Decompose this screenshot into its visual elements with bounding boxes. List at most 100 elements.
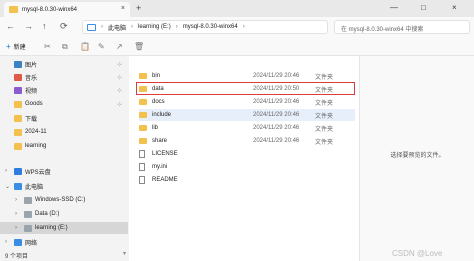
new-button[interactable]: + 新建	[6, 42, 26, 51]
sidebar-item-music[interactable]: 音乐 ⊹	[0, 71, 128, 83]
file-name: share	[152, 138, 168, 144]
list-item[interactable]: README	[139, 174, 355, 186]
sidebar-item-2024-11[interactable]: 2024-11	[0, 126, 128, 138]
watermark: CSDN @Love	[392, 249, 443, 258]
sidebar-item-wps-cloud[interactable]: › WPS云盘	[0, 165, 128, 177]
computer-icon	[14, 182, 22, 190]
preview-message: 选择要预览的文件。	[390, 153, 445, 159]
computer-icon	[87, 23, 96, 31]
file-type: 文件夹	[315, 113, 334, 120]
pin-icon: ⊹	[116, 87, 122, 94]
folder-icon	[139, 125, 147, 131]
up-icon[interactable]: ↑	[42, 21, 47, 31]
chevron-right-icon[interactable]: ›	[15, 197, 17, 203]
plus-icon: +	[6, 42, 11, 51]
item-count: 9 个项目	[5, 254, 29, 260]
file-type: 文件夹	[315, 126, 334, 133]
file-date: 2024/11/29 20:46	[253, 138, 300, 144]
delete-icon[interactable]: 🗑	[134, 42, 144, 51]
file-icon	[139, 176, 145, 184]
search-input[interactable]: 在 mysql-8.0.30-winx64 中搜索	[334, 20, 470, 34]
new-tab-icon[interactable]: +	[136, 3, 141, 13]
breadcrumb-this-pc[interactable]: 此电脑	[108, 23, 126, 32]
tab-bar: mysql-8.0.30-winx64 × + — □ ×	[0, 0, 474, 17]
folder-icon	[14, 142, 22, 150]
copy-icon[interactable]: ⧉	[62, 42, 68, 52]
list-item[interactable]: include 2024/11/29 20:46 文件夹	[139, 109, 355, 121]
status-bar: 9 个项目	[0, 251, 129, 261]
chevron-right-icon[interactable]: ›	[15, 225, 17, 231]
file-name: LICENSE	[152, 151, 178, 157]
sidebar-item-drive-d[interactable]: › Data (D:)	[0, 208, 128, 220]
list-item[interactable]: docs 2024/11/29 20:46 文件夹	[139, 96, 355, 108]
folder-icon	[9, 6, 18, 13]
rename-icon[interactable]: ✎	[98, 42, 105, 51]
sidebar-item-label: 音乐	[25, 75, 38, 82]
breadcrumb-drive[interactable]: learning (E:)	[138, 24, 171, 30]
sidebar-item-network[interactable]: › 网络	[0, 236, 128, 248]
settings-file-icon	[139, 163, 145, 171]
file-date: 2024/11/29 20:46	[253, 73, 300, 79]
sidebar-item-label: 图片	[25, 62, 38, 69]
minimize-icon[interactable]: —	[390, 3, 398, 12]
list-item[interactable]: share 2024/11/29 20:46 文件夹	[139, 135, 355, 147]
sidebar-item-this-pc[interactable]: ⌄ 此电脑	[0, 180, 128, 192]
file-date: 2024/11/29 20:46	[253, 99, 300, 105]
sidebar-item-goods[interactable]: Goods ⊹	[0, 98, 128, 110]
file-icon	[139, 150, 145, 158]
sidebar-item-pictures[interactable]: 图片 ⊹	[0, 58, 128, 70]
close-window-icon[interactable]: ×	[452, 3, 457, 12]
file-name: include	[152, 112, 172, 118]
preview-pane: 选择要预览的文件。	[359, 56, 474, 261]
drive-icon	[24, 224, 32, 232]
chevron-down-icon[interactable]: ⌄	[5, 183, 10, 190]
sidebar-item-label: 此电脑	[25, 184, 44, 191]
navigation-pane: 图片 ⊹ 音乐 ⊹ 视频 ⊹ Goods ⊹ 下载 2024-11 learni…	[0, 56, 128, 261]
file-type: 文件夹	[315, 74, 334, 81]
sidebar-item-videos[interactable]: 视频 ⊹	[0, 84, 128, 96]
list-item[interactable]: bin 2024/11/29 20:46 文件夹	[139, 70, 355, 82]
file-list: bin 2024/11/29 20:46 文件夹 data 2024/11/29…	[129, 56, 359, 261]
file-name: README	[152, 177, 178, 183]
list-item[interactable]: lib 2024/11/29 20:46 文件夹	[139, 122, 355, 134]
close-tab-icon[interactable]: ×	[121, 5, 125, 12]
breadcrumb[interactable]: › 此电脑 › learning (E:) › mysql-8.0.30-win…	[82, 20, 328, 34]
highlight-box	[136, 82, 355, 95]
cloud-icon	[14, 167, 22, 175]
sidebar-item-downloads[interactable]: 下载	[0, 112, 128, 124]
pictures-icon	[14, 60, 22, 68]
chevron-right-icon: ›	[101, 24, 103, 30]
folder-icon	[139, 138, 147, 144]
tab-mysql-folder[interactable]: mysql-8.0.30-winx64 ×	[4, 2, 130, 17]
sidebar-item-label: Windows-SSD (C:)	[35, 197, 86, 203]
breadcrumb-folder[interactable]: mysql-8.0.30-winx64	[183, 24, 238, 30]
maximize-icon[interactable]: □	[421, 3, 426, 12]
chevron-right-icon[interactable]: ›	[5, 168, 7, 174]
scroll-down-icon[interactable]: ▾	[123, 250, 126, 257]
folder-icon	[14, 128, 22, 136]
cut-icon[interactable]: ✂	[44, 42, 51, 51]
chevron-right-icon[interactable]: ›	[15, 211, 17, 217]
paste-icon[interactable]: 📋	[80, 42, 90, 51]
forward-icon[interactable]: →	[24, 21, 33, 31]
sidebar-item-label: 网络	[25, 240, 38, 247]
sidebar-item-drive-e[interactable]: › learning (E:)	[0, 222, 128, 234]
network-icon	[14, 238, 22, 246]
file-name: lib	[152, 125, 159, 131]
refresh-icon[interactable]: ⟳	[60, 21, 68, 32]
folder-icon	[139, 99, 147, 105]
share-icon[interactable]: ↗	[116, 42, 123, 51]
sidebar-item-learning[interactable]: learning	[0, 140, 128, 152]
sidebar-item-drive-c[interactable]: › Windows-SSD (C:)	[0, 194, 128, 206]
list-item[interactable]: LICENSE	[139, 148, 355, 160]
videos-icon	[14, 86, 22, 94]
back-icon[interactable]: ←	[6, 21, 15, 31]
sidebar-item-label: 下载	[25, 116, 38, 123]
chevron-right-icon: ›	[242, 24, 245, 30]
sidebar-item-label: WPS云盘	[25, 169, 51, 176]
file-type: 文件夹	[315, 100, 334, 107]
chevron-right-icon[interactable]: ›	[5, 239, 7, 245]
chevron-right-icon: ›	[175, 24, 178, 30]
list-item[interactable]: my.ini	[139, 161, 355, 173]
sidebar-item-label: 2024-11	[25, 129, 47, 135]
